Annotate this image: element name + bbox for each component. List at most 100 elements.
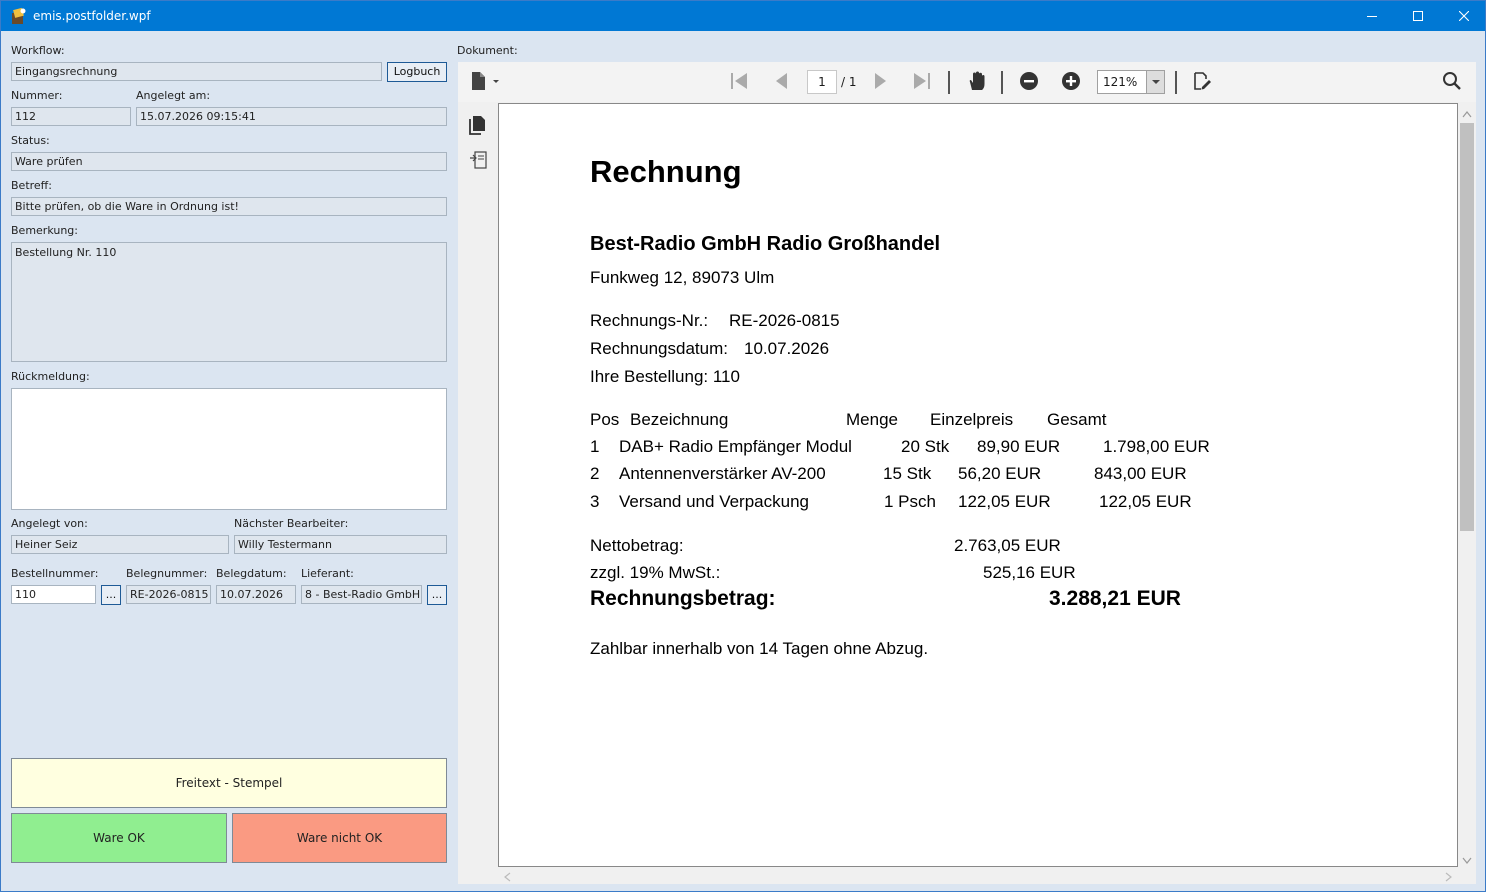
angelegt-am-field[interactable]: 15.07.2026 09:15:41	[136, 107, 447, 126]
workflow-label: Workflow:	[11, 44, 65, 57]
vertical-scrollbar[interactable]	[1458, 103, 1476, 867]
toolbar-divider	[1001, 71, 1003, 94]
doc-rechnungsdatum-label: Rechnungsdatum:	[590, 339, 728, 358]
angelegt-von-label: Angelegt von:	[11, 517, 88, 530]
angelegt-von-field[interactable]: Heiner Seiz	[11, 535, 229, 554]
close-button[interactable]	[1441, 1, 1486, 31]
search-icon	[1442, 71, 1462, 94]
doc-item-pos: 3	[590, 492, 600, 511]
zoom-in-icon	[1061, 71, 1081, 94]
doc-address: Funkweg 12, 89073 Ulm	[590, 268, 775, 287]
doc-zahlbar: Zahlbar innerhalb von 14 Tagen ohne Abzu…	[590, 639, 929, 658]
belegnummer-field[interactable]: RE-2026-0815	[126, 585, 211, 604]
bestellnummer-browse-button[interactable]: ...	[101, 585, 121, 605]
doc-item-einzelpreis: 122,05 EUR	[958, 492, 1051, 511]
workflow-field[interactable]: Eingangsrechnung	[11, 62, 382, 81]
sign-icon	[1192, 71, 1212, 94]
doc-item-einzelpreis: 89,90 EUR	[977, 437, 1061, 456]
pages-panel-button[interactable]	[466, 114, 490, 138]
page-total: / 1	[841, 75, 857, 89]
lieferant-browse-button[interactable]: ...	[427, 585, 447, 605]
zoom-out-button[interactable]	[1018, 71, 1040, 94]
doc-th-gesamt: Gesamt	[1047, 410, 1107, 429]
doc-th-pos: Pos	[590, 410, 620, 429]
doc-item-gesamt: 1.798,00 EUR	[1103, 437, 1210, 456]
nummer-field[interactable]: 112	[11, 107, 131, 126]
doc-rechnungsdatum-value: 10.07.2026	[744, 339, 830, 358]
rueckmeldung-label: Rückmeldung:	[11, 370, 90, 383]
doc-company: Best-Radio GmbH Radio Großhandel	[590, 233, 941, 255]
last-page-button[interactable]	[910, 72, 934, 92]
ware-ok-button[interactable]: Ware OK	[11, 813, 227, 863]
freitext-stempel-button[interactable]: Freitext - Stempel	[11, 758, 447, 808]
bestellnummer-label: Bestellnummer:	[11, 567, 99, 580]
doc-item-bezeichnung: DAB+ Radio Empfänger Modul	[619, 437, 852, 456]
zoom-out-icon	[1019, 71, 1039, 94]
prev-page-button[interactable]	[770, 72, 792, 92]
zoom-in-button[interactable]	[1060, 71, 1082, 94]
ware-nicht-ok-button[interactable]: Ware nicht OK	[232, 813, 447, 863]
first-page-button[interactable]	[728, 72, 750, 92]
doc-brutto-label: Rechnungsbetrag:	[590, 587, 776, 610]
bemerkung-field[interactable]: Bestellung Nr. 110	[11, 242, 447, 362]
next-page-button[interactable]	[870, 72, 892, 92]
doc-rechnungsnr-value: RE-2026-0815	[729, 311, 840, 330]
vertical-scroll-thumb[interactable]	[1460, 123, 1474, 531]
doc-mwst-label: zzgl. 19% MwSt.:	[590, 563, 721, 582]
naechster-bearbeiter-label: Nächster Bearbeiter:	[234, 517, 349, 530]
hand-tool-button[interactable]	[965, 71, 989, 93]
nummer-label: Nummer:	[11, 89, 63, 102]
lieferant-field[interactable]: 8 - Best-Radio GmbH	[301, 585, 422, 604]
doc-th-menge: Menge	[846, 410, 898, 429]
belegdatum-field[interactable]: 10.07.2026	[216, 585, 296, 604]
doc-item-menge: 20 Stk	[901, 437, 950, 456]
hand-tool-icon	[967, 71, 987, 94]
first-page-icon	[729, 72, 749, 93]
app-icon	[11, 7, 27, 25]
doc-mwst-value: 525,16 EUR	[983, 563, 1076, 582]
dokument-label: Dokument:	[457, 44, 518, 57]
bestellnummer-field[interactable]: 110	[11, 585, 96, 604]
betreff-field[interactable]: Bitte prüfen, ob die Ware in Ordnung ist…	[11, 197, 447, 216]
rueckmeldung-field[interactable]	[11, 388, 447, 510]
belegnummer-label: Belegnummer:	[126, 567, 208, 580]
viewer-toolbar: 1 / 1 121%	[458, 62, 1476, 102]
doc-item-gesamt: 122,05 EUR	[1099, 492, 1192, 511]
app-window: emis.postfolder.wpf Workflow: Eingangsre…	[0, 0, 1486, 892]
file-menu-button[interactable]	[467, 71, 501, 94]
status-label: Status:	[11, 134, 50, 147]
lieferant-label: Lieferant:	[301, 567, 354, 580]
naechster-bearbeiter-field[interactable]: Willy Testermann	[234, 535, 447, 554]
bookmark-icon	[468, 150, 488, 173]
scroll-down-icon	[1462, 854, 1472, 868]
doc-item-bezeichnung: Versand und Verpackung	[619, 492, 809, 511]
pages-icon	[468, 114, 488, 139]
doc-th-bezeichnung: Bezeichnung	[630, 410, 729, 429]
doc-item-menge: 1 Psch	[884, 492, 936, 511]
zoom-dropdown-button[interactable]	[1146, 71, 1164, 93]
logbuch-button[interactable]: Logbuch	[387, 62, 447, 82]
toolbar-divider	[1175, 71, 1177, 94]
doc-title: Rechnung	[590, 154, 742, 189]
status-field[interactable]: Ware prüfen	[11, 152, 447, 171]
maximize-button[interactable]	[1395, 1, 1441, 31]
search-button[interactable]	[1440, 71, 1464, 93]
sign-button[interactable]	[1190, 71, 1214, 93]
bemerkung-label: Bemerkung:	[11, 224, 78, 237]
chevron-down-icon	[1147, 80, 1165, 96]
belegdatum-label: Belegdatum:	[216, 567, 287, 580]
horizontal-scrollbar[interactable]	[498, 867, 1458, 884]
minimize-button[interactable]	[1349, 1, 1395, 31]
page-number-input[interactable]: 1	[807, 70, 837, 94]
toolbar-divider	[948, 71, 950, 94]
zoom-select[interactable]: 121%	[1097, 70, 1165, 94]
zoom-value: 121%	[1103, 75, 1138, 89]
bookmarks-panel-button[interactable]	[466, 149, 490, 173]
doc-item-einzelpreis: 56,20 EUR	[958, 464, 1042, 483]
scroll-left-icon	[503, 871, 511, 885]
pdf-viewer: 1 / 1 121% Rechnung Best-Radio GmbH Radi…	[458, 62, 1476, 884]
scroll-up-icon	[1462, 107, 1472, 121]
viewer-sidebar	[458, 102, 498, 884]
doc-item-bezeichnung: Antennenverstärker AV-200	[619, 464, 826, 483]
file-icon	[469, 71, 499, 94]
